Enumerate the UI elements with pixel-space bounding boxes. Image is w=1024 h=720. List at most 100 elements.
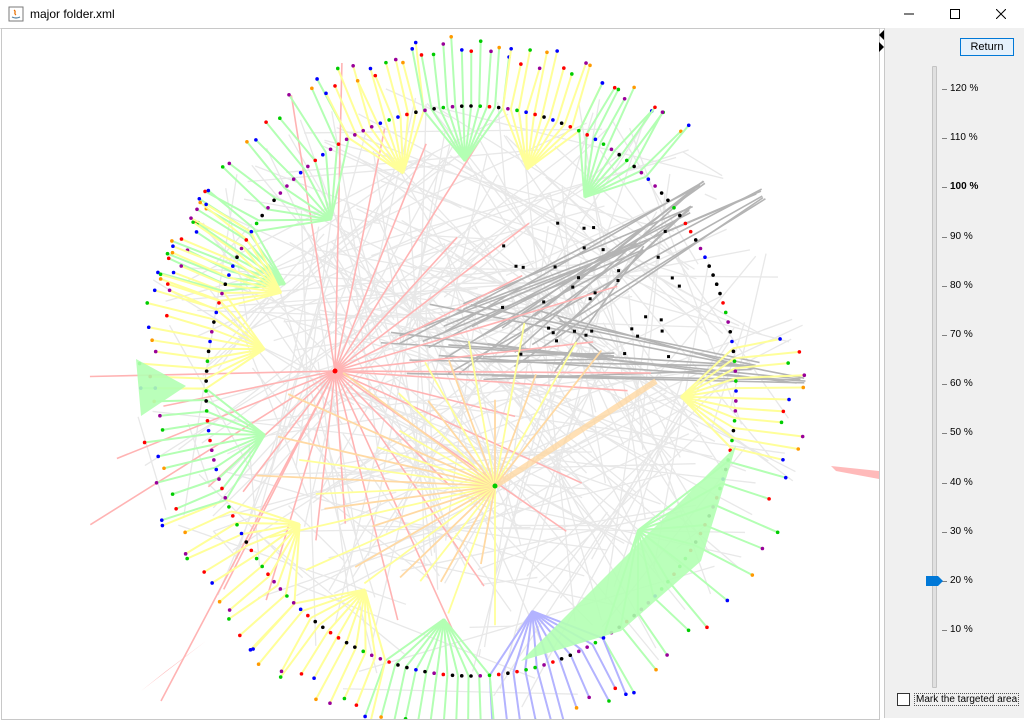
leaf-node bbox=[202, 570, 206, 574]
leaf-node bbox=[726, 599, 730, 603]
leaf-node bbox=[228, 608, 232, 612]
leaf-node bbox=[624, 692, 628, 696]
ring-node bbox=[379, 657, 383, 661]
ring-node bbox=[361, 129, 365, 133]
leaf-edge bbox=[163, 423, 208, 430]
leaf-node bbox=[171, 244, 175, 248]
leaf-edge bbox=[548, 664, 564, 719]
leaf-edge bbox=[479, 41, 481, 106]
leaf-node bbox=[153, 288, 157, 292]
leaf-edge bbox=[736, 387, 803, 388]
leaf-edge bbox=[736, 398, 789, 399]
mark-area-label: Mark the targeted area bbox=[914, 693, 1019, 706]
leaf-node bbox=[509, 47, 513, 51]
ring-node bbox=[703, 255, 707, 259]
ring-node bbox=[478, 674, 482, 678]
mark-area-checkbox[interactable] bbox=[897, 693, 910, 706]
ring-node bbox=[370, 125, 374, 129]
leaf-node bbox=[379, 715, 383, 719]
leaf-edge bbox=[451, 37, 455, 107]
ring-node bbox=[488, 105, 492, 109]
leaf-node bbox=[761, 547, 765, 551]
internal-node bbox=[623, 352, 626, 355]
leaf-edge bbox=[714, 505, 778, 533]
leaf-node bbox=[497, 46, 501, 50]
leaf-node bbox=[312, 676, 316, 680]
leaf-node bbox=[632, 691, 636, 695]
leaf-node bbox=[204, 203, 208, 207]
ring-node bbox=[208, 340, 212, 344]
cluster-edge bbox=[365, 590, 366, 653]
ring-node bbox=[321, 625, 325, 629]
close-button[interactable] bbox=[978, 0, 1024, 28]
zoom-slider-track[interactable] bbox=[932, 66, 937, 688]
ring-node bbox=[730, 340, 734, 344]
ring-node bbox=[235, 255, 239, 259]
leaf-node bbox=[575, 706, 579, 710]
leaf-edge bbox=[200, 202, 247, 239]
ring-node bbox=[734, 369, 738, 373]
leaf-node bbox=[228, 162, 232, 166]
leaf-node bbox=[183, 531, 187, 535]
leaf-node bbox=[155, 481, 159, 485]
ring-node bbox=[306, 165, 310, 169]
return-button[interactable]: Return bbox=[960, 38, 1014, 56]
ring-node bbox=[551, 660, 555, 664]
ring-node bbox=[353, 133, 357, 137]
ring-node bbox=[672, 206, 676, 210]
leaf-edge bbox=[316, 643, 347, 700]
ring-node bbox=[231, 264, 235, 268]
leaf-node bbox=[333, 84, 337, 88]
internal-node bbox=[542, 300, 545, 303]
ring-node bbox=[533, 113, 537, 117]
ring-node bbox=[568, 125, 572, 129]
leaf-node bbox=[159, 277, 163, 281]
leaf-node bbox=[363, 715, 367, 719]
graph-canvas[interactable] bbox=[1, 28, 880, 720]
ring-node bbox=[515, 109, 519, 113]
ring-node bbox=[379, 121, 383, 125]
leaf-edge bbox=[705, 525, 763, 548]
leaf-node bbox=[189, 216, 193, 220]
internal-node bbox=[644, 315, 647, 318]
window-title: major folder.xml bbox=[30, 7, 115, 21]
leaf-node bbox=[632, 86, 636, 90]
ring-node bbox=[361, 650, 365, 654]
ring-node bbox=[524, 668, 528, 672]
ring-node bbox=[206, 359, 210, 363]
internal-node bbox=[589, 297, 592, 300]
graph-visualization[interactable] bbox=[2, 29, 879, 719]
leaf-node bbox=[143, 441, 147, 445]
mark-area-row[interactable]: Mark the targeted area bbox=[897, 691, 1019, 707]
leaf-edge bbox=[503, 49, 511, 108]
leaf-node bbox=[410, 47, 414, 51]
ring-node bbox=[653, 184, 657, 188]
leaf-node bbox=[343, 697, 347, 701]
ring-node bbox=[207, 350, 211, 354]
leaf-node bbox=[538, 66, 542, 70]
leaf-edge bbox=[240, 595, 286, 636]
leaf-node bbox=[167, 257, 171, 261]
leaf-node bbox=[801, 435, 805, 439]
maximize-button[interactable] bbox=[932, 0, 978, 28]
ring-node bbox=[204, 389, 208, 393]
ring-node bbox=[244, 238, 248, 242]
zoom-tick-mark bbox=[942, 384, 947, 385]
minimize-button[interactable] bbox=[886, 0, 932, 28]
ring-node bbox=[207, 429, 211, 433]
leaf-edge bbox=[479, 676, 481, 719]
ring-node bbox=[223, 282, 227, 286]
zoom-slider-thumb[interactable] bbox=[926, 576, 943, 586]
ring-node bbox=[250, 549, 254, 553]
ring-node bbox=[414, 110, 418, 114]
leaf-node bbox=[310, 87, 314, 91]
ring-node bbox=[666, 198, 670, 202]
zoom-tick-label: 60 % bbox=[950, 378, 973, 389]
leaf-edge bbox=[495, 48, 499, 108]
leaf-node bbox=[162, 466, 166, 470]
ring-node bbox=[647, 177, 651, 181]
leaf-node bbox=[179, 264, 183, 268]
leaf-node bbox=[441, 42, 445, 46]
zoom-tick-label: 70 % bbox=[950, 329, 973, 340]
leaf-node bbox=[782, 410, 786, 414]
